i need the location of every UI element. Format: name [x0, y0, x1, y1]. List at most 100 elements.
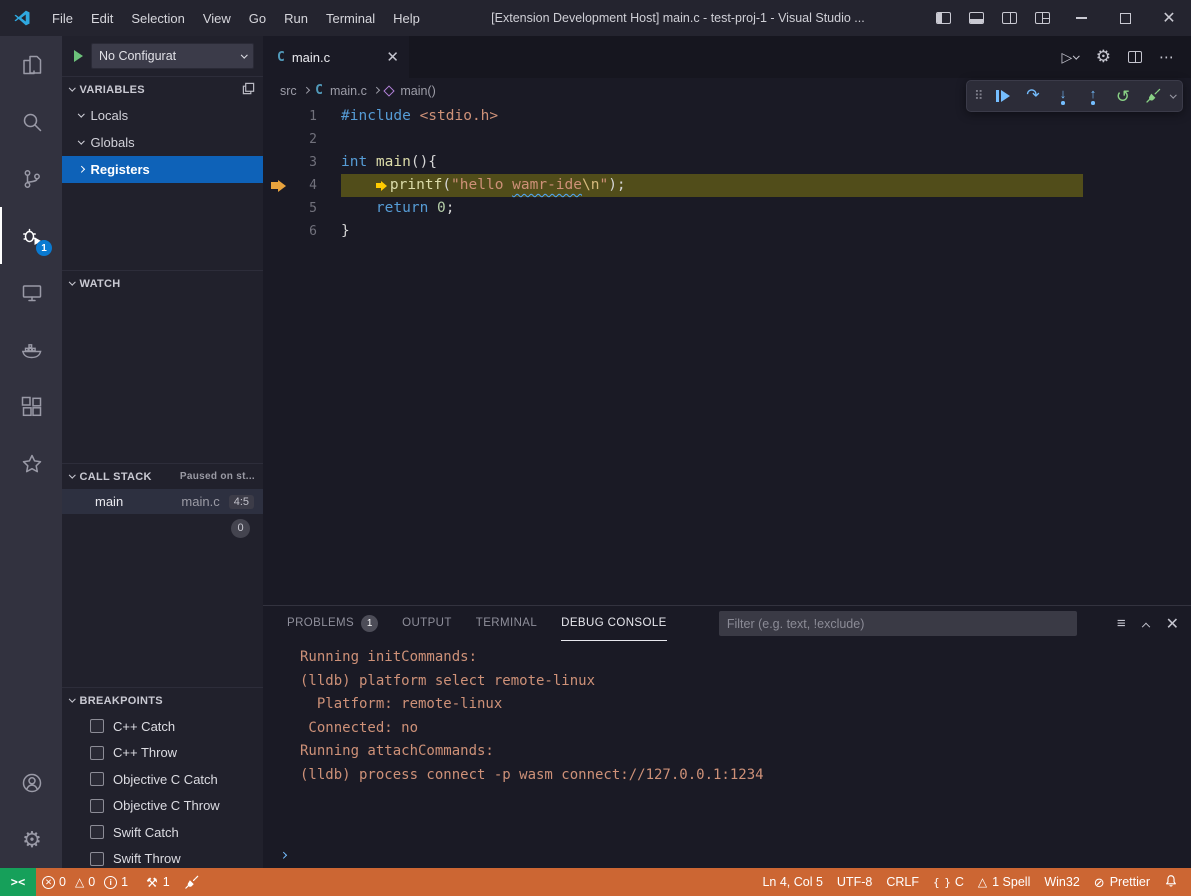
checkbox-unchecked[interactable] — [90, 799, 104, 813]
menu-terminal[interactable]: Terminal — [317, 0, 384, 36]
close-window-button[interactable]: ✕ — [1147, 0, 1191, 36]
menu-file[interactable]: File — [43, 0, 82, 36]
activity-run-and-debug[interactable]: 1 — [0, 207, 62, 264]
tab-main-c[interactable]: C main.c ✕ — [263, 36, 409, 78]
breakpoint-item-objective-c-catch[interactable]: Objective C Catch — [62, 766, 263, 793]
settings-gear-button[interactable]: ⚙ — [1096, 47, 1111, 67]
breakpoints-title: BREAKPOINTS — [80, 695, 163, 707]
panel-tab-terminal[interactable]: TERMINAL — [476, 606, 537, 641]
breadcrumb-folder[interactable]: src — [280, 84, 297, 98]
activity-source-control[interactable] — [0, 150, 62, 207]
breadcrumb-symbol[interactable]: main() — [400, 84, 435, 98]
activity-extensions[interactable] — [0, 378, 62, 435]
filter-lines-icon[interactable]: ≡ — [1117, 615, 1126, 632]
breakpoint-item-c-catch[interactable]: C++ Catch — [62, 713, 263, 740]
editor-actions: ▷ ⚙ ⋯ — [1061, 36, 1191, 78]
breakpoint-item-swift-catch[interactable]: Swift Catch — [62, 819, 263, 846]
code-line-5[interactable]: 5 return 0; — [263, 197, 1191, 220]
maximize-panel-icon[interactable] — [1141, 622, 1149, 630]
breakpoint-label: C++ Catch — [113, 719, 175, 734]
variables-header[interactable]: VARIABLES — [62, 77, 263, 102]
close-panel-icon[interactable]: ✕ — [1166, 614, 1179, 634]
status-platform[interactable]: Win32 — [1037, 868, 1086, 896]
remote-indicator[interactable]: >< — [0, 868, 36, 896]
console-filter-input[interactable] — [719, 611, 1077, 636]
status-spell[interactable]: △1 Spell — [971, 868, 1037, 896]
toggle-secondary-sidebar-button[interactable] — [993, 0, 1026, 36]
collapse-all-icon[interactable] — [242, 82, 255, 98]
checkbox-unchecked[interactable] — [90, 772, 104, 786]
play-icon: ▷ — [1061, 49, 1072, 66]
debug-console-output[interactable]: Running initCommands:(lldb) platform sel… — [263, 641, 1191, 842]
code-line-4[interactable]: 4 printf("hello wamr-ide\n"); — [263, 174, 1191, 197]
breakpoint-item-c-throw[interactable]: C++ Throw — [62, 740, 263, 767]
checkbox-unchecked[interactable] — [90, 852, 104, 866]
breadcrumb-file[interactable]: main.c — [330, 84, 367, 98]
menu-help[interactable]: Help — [384, 0, 429, 36]
activity-docker[interactable] — [0, 321, 62, 378]
status-eol[interactable]: CRLF — [879, 868, 926, 896]
status-cursor-position[interactable]: Ln 4, Col 5 — [755, 868, 829, 896]
code-line-2[interactable]: 2 — [263, 128, 1191, 151]
menu-edit[interactable]: Edit — [82, 0, 122, 36]
menu-view[interactable]: View — [194, 0, 240, 36]
breakpoints-header[interactable]: BREAKPOINTS — [62, 688, 263, 713]
watch-header[interactable]: WATCH — [62, 271, 263, 296]
status-problems[interactable]: ✕ 0 △ 0 i 1 — [36, 868, 139, 896]
drag-grip-icon[interactable]: ⠿ — [974, 88, 984, 104]
activity-explorer[interactable] — [0, 36, 62, 93]
toggle-sidebar-button[interactable] — [927, 0, 960, 36]
menu-run[interactable]: Run — [275, 0, 317, 36]
status-toolchain[interactable]: ⚒ 1 — [139, 868, 177, 896]
activity-accounts[interactable] — [0, 754, 62, 811]
checkbox-unchecked[interactable] — [90, 719, 104, 733]
maximize-button[interactable] — [1103, 0, 1147, 36]
code-line-6[interactable]: 6} — [263, 220, 1191, 243]
activity-testing[interactable] — [0, 435, 62, 492]
checkbox-unchecked[interactable] — [90, 825, 104, 839]
status-language-mode[interactable]: { }C — [926, 868, 971, 896]
step-over-button[interactable]: ↷ — [1020, 83, 1047, 109]
menu-go[interactable]: Go — [240, 0, 275, 36]
activity-settings[interactable]: ⚙ — [0, 811, 62, 868]
panel-tab-output[interactable]: OUTPUT — [402, 606, 452, 641]
toggle-panel-button[interactable] — [960, 0, 993, 36]
status-debug-target[interactable] — [177, 868, 206, 896]
code-editor[interactable]: 1#include <stdio.h>23int main(){4 printf… — [263, 103, 1191, 605]
panel-tab-problems[interactable]: PROBLEMS1 — [287, 606, 378, 641]
disconnect-button[interactable] — [1140, 83, 1167, 109]
code-line-3[interactable]: 3int main(){ — [263, 151, 1191, 174]
chevron-down-icon[interactable] — [1170, 91, 1176, 97]
activity-remote-explorer[interactable] — [0, 264, 62, 321]
more-actions-button[interactable]: ⋯ — [1159, 48, 1175, 66]
restart-button[interactable]: ↺ — [1110, 83, 1137, 109]
debug-config-dropdown[interactable]: No Configurat — [91, 43, 254, 69]
variables-item-locals[interactable]: Locals — [62, 102, 263, 129]
status-encoding[interactable]: UTF-8 — [830, 868, 879, 896]
step-into-button[interactable]: ↓ — [1050, 83, 1077, 109]
close-tab-icon[interactable]: ✕ — [386, 48, 399, 66]
split-editor-button[interactable] — [1128, 51, 1142, 63]
panel-tab-debug-console[interactable]: DEBUG CONSOLE — [561, 606, 667, 641]
stack-frame-row[interactable]: main main.c 4:5 — [62, 489, 263, 514]
call-stack-header[interactable]: CALL STACK Paused on st... — [62, 464, 263, 489]
checkbox-unchecked[interactable] — [90, 746, 104, 760]
minimize-button[interactable] — [1059, 0, 1103, 36]
status-notifications[interactable] — [1157, 868, 1185, 896]
continue-button[interactable] — [990, 83, 1017, 109]
breakpoint-item-swift-throw[interactable]: Swift Throw — [62, 846, 263, 869]
debug-console-input[interactable] — [263, 842, 1191, 868]
line-number: 3 — [293, 151, 317, 174]
start-debug-icon[interactable] — [74, 50, 83, 62]
status-prettier[interactable]: ⊘Prettier — [1087, 868, 1157, 896]
activity-search[interactable] — [0, 93, 62, 150]
step-out-button[interactable]: ↑ — [1080, 83, 1107, 109]
customize-layout-button[interactable] — [1026, 0, 1059, 36]
line-number: 1 — [293, 105, 317, 128]
breakpoint-item-objective-c-throw[interactable]: Objective C Throw — [62, 793, 263, 820]
chevron-down-icon — [69, 85, 75, 91]
run-file-button[interactable]: ▷ — [1061, 49, 1078, 66]
variables-item-registers[interactable]: Registers — [62, 156, 263, 183]
variables-item-globals[interactable]: Globals — [62, 129, 263, 156]
menu-selection[interactable]: Selection — [122, 0, 193, 36]
